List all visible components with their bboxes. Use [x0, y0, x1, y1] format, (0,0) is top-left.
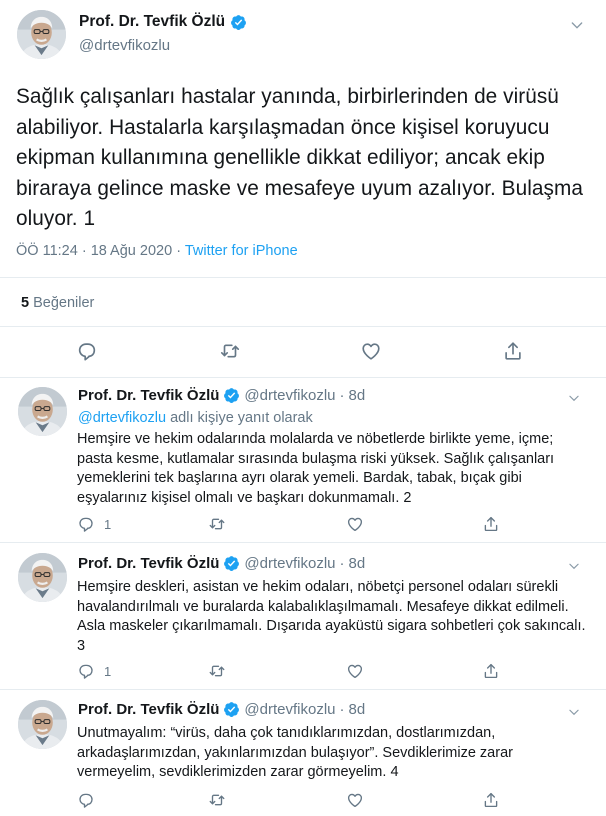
main-tweet: Prof. Dr. Tevfik Özlü @drtevfikozlu Sağl… — [0, 0, 606, 378]
avatar-image — [17, 10, 66, 59]
reply-header: Prof. Dr. Tevfik Özlü @drtevfikozlu · 8d — [78, 387, 365, 404]
tweet-time[interactable]: ÖÖ 11:24 — [16, 243, 78, 259]
chevron-down-icon[interactable] — [569, 17, 585, 33]
tweet-meta: ÖÖ 11:24 · 18 Ağu 2020 · Twitter for iPh… — [16, 243, 298, 259]
author-name[interactable]: Prof. Dr. Tevfik Özlü — [78, 555, 219, 572]
verified-badge-icon — [223, 701, 240, 718]
share-button[interactable] — [502, 340, 524, 362]
tweet-source[interactable]: Twitter for iPhone — [185, 243, 298, 259]
likes-row[interactable]: 5 Beğeniler — [0, 277, 606, 327]
chevron-down-icon[interactable] — [567, 705, 581, 719]
like-button[interactable] — [360, 340, 382, 362]
avatar[interactable] — [18, 387, 67, 436]
tweet-time[interactable]: 8d — [349, 701, 366, 718]
reply-count: 1 — [104, 517, 112, 532]
verified-badge-icon — [230, 14, 247, 31]
verified-badge-icon — [223, 387, 240, 404]
chevron-down-icon[interactable] — [567, 391, 581, 405]
avatar[interactable] — [18, 553, 67, 602]
share-icon — [502, 340, 524, 362]
retweet-button[interactable] — [208, 515, 226, 533]
header-separator: · — [339, 701, 345, 718]
reply-button[interactable] — [77, 791, 95, 809]
author-name[interactable]: Prof. Dr. Tevfik Özlü — [78, 387, 219, 404]
author-handle[interactable]: @drtevfikozlu — [244, 555, 335, 572]
retweet-button[interactable] — [208, 662, 226, 680]
reply-tweet[interactable]: Prof. Dr. Tevfik Özlü @drtevfikozlu · 8d… — [0, 543, 606, 690]
like-button[interactable] — [346, 791, 364, 809]
reply-button[interactable] — [77, 662, 95, 680]
tweet-text: Hemşire ve hekim odalarında molalarda ve… — [77, 431, 555, 506]
tweet-text: Sağlık çalışanları hastalar yanında, bir… — [16, 85, 583, 231]
avatar-image — [18, 700, 67, 749]
avatar[interactable] — [18, 700, 67, 749]
reply-icon — [77, 662, 95, 680]
avatar-image — [18, 553, 67, 602]
reply-header: Prof. Dr. Tevfik Özlü @drtevfikozlu · 8d — [78, 555, 365, 572]
tweet-date[interactable]: 18 Ağu 2020 — [91, 243, 172, 259]
header-separator: · — [339, 387, 345, 404]
reply-icon — [76, 340, 98, 362]
likes-summary[interactable]: 5 Beğeniler — [21, 295, 94, 311]
share-icon — [482, 791, 500, 809]
reply-icon — [77, 791, 95, 809]
reply-button[interactable] — [77, 515, 95, 533]
retweet-button[interactable] — [208, 791, 226, 809]
verified-badge-icon — [223, 555, 240, 572]
reply-icon — [77, 515, 95, 533]
author-handle[interactable]: @drtevfikozlu — [244, 387, 335, 404]
tweet-text: Hemşire deskleri, asistan ve hekim odala… — [77, 579, 586, 654]
tweet-time[interactable]: 8d — [349, 387, 366, 404]
share-icon — [482, 662, 500, 680]
replying-mention[interactable]: @drtevfikozlu — [78, 410, 166, 426]
share-button[interactable] — [482, 791, 500, 809]
likes-count: 5 — [21, 295, 30, 311]
reply-button[interactable] — [76, 340, 98, 362]
likes-label: Beğeniler — [33, 295, 95, 311]
meta-separator: · — [81, 243, 87, 259]
retweet-icon — [208, 662, 226, 680]
author-name[interactable]: Prof. Dr. Tevfik Özlü — [79, 13, 225, 31]
avatar[interactable] — [17, 10, 66, 59]
replying-label: adlı kişiye yanıt olarak — [170, 410, 313, 426]
author-handle[interactable]: @drtevfikozlu — [244, 701, 335, 718]
meta-separator: · — [176, 243, 182, 259]
chevron-down-icon[interactable] — [567, 559, 581, 573]
like-button[interactable] — [346, 662, 364, 680]
heart-icon — [360, 340, 382, 362]
header-separator: · — [339, 555, 345, 572]
retweet-button[interactable] — [219, 340, 241, 362]
avatar-image — [18, 387, 67, 436]
retweet-icon — [208, 515, 226, 533]
reply-count: 1 — [104, 664, 112, 679]
share-button[interactable] — [482, 515, 500, 533]
author-name-row[interactable]: Prof. Dr. Tevfik Özlü — [79, 13, 247, 31]
reply-tweet[interactable]: Prof. Dr. Tevfik Özlü @drtevfikozlu · 8d… — [0, 690, 606, 816]
retweet-icon — [219, 340, 241, 362]
share-icon — [482, 515, 500, 533]
heart-icon — [346, 791, 364, 809]
share-button[interactable] — [482, 662, 500, 680]
author-handle[interactable]: @drtevfikozlu — [79, 37, 170, 54]
author-name[interactable]: Prof. Dr. Tevfik Özlü — [78, 701, 219, 718]
heart-icon — [346, 662, 364, 680]
tweet-text: Unutmayalım: “virüs, daha çok tanıdıklar… — [77, 725, 513, 780]
heart-icon — [346, 515, 364, 533]
reply-tweet[interactable]: Prof. Dr. Tevfik Özlü @drtevfikozlu · 8d… — [0, 378, 606, 543]
tweet-time[interactable]: 8d — [349, 555, 366, 572]
reply-header: Prof. Dr. Tevfik Özlü @drtevfikozlu · 8d — [78, 701, 365, 718]
retweet-icon — [208, 791, 226, 809]
like-button[interactable] — [346, 515, 364, 533]
replying-to: @drtevfikozlu adlı kişiye yanıt olarak — [78, 410, 313, 426]
